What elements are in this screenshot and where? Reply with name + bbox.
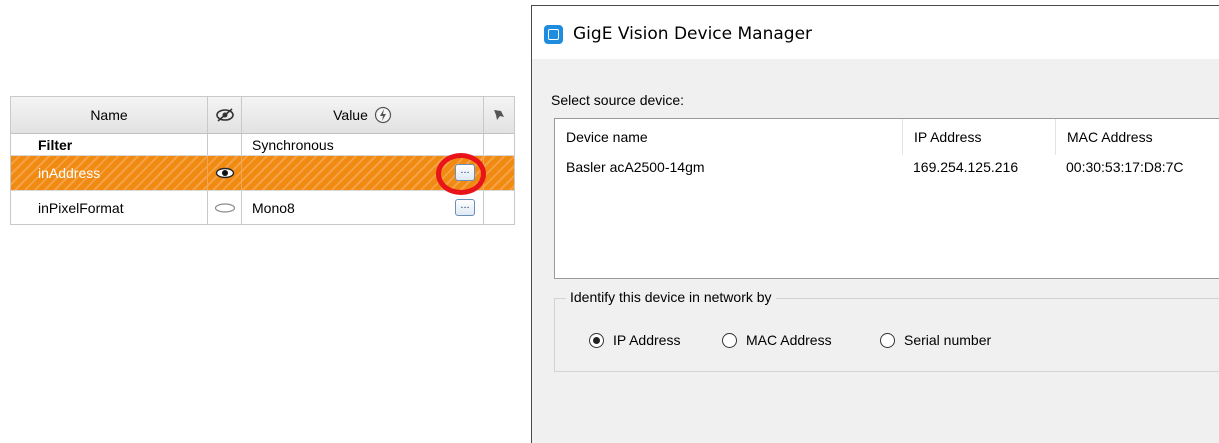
column-ip-address[interactable]: IP Address xyxy=(902,119,1055,155)
row-name: Filter xyxy=(38,136,73,153)
title-bar[interactable]: GigE Vision Device Manager xyxy=(532,6,1219,59)
lightning-circle-icon xyxy=(374,106,391,124)
column-mac-address[interactable]: MAC Address xyxy=(1055,119,1219,155)
radio-label: MAC Address xyxy=(746,332,832,348)
column-header-name[interactable]: Name xyxy=(11,97,208,133)
window-title: GigE Vision Device Manager xyxy=(573,24,813,44)
column-header-pin[interactable] xyxy=(484,97,514,133)
device-list-header: Device name IP Address MAC Address xyxy=(555,119,1219,155)
row-value: Mono8 xyxy=(252,199,295,216)
radio-unchecked-icon xyxy=(880,332,895,348)
identify-group: Identify this device in network by IP Ad… xyxy=(554,289,1219,372)
pin-cell[interactable] xyxy=(484,134,514,155)
column-header-visibility[interactable] xyxy=(208,97,242,133)
visibility-toggle[interactable] xyxy=(208,191,242,224)
row-name: inAddress xyxy=(38,165,101,181)
device-name: Basler acA2500-14gm xyxy=(566,159,705,175)
eye-visible-icon xyxy=(215,167,234,179)
radio-unchecked-icon xyxy=(722,332,737,348)
pin-cell[interactable] xyxy=(484,191,514,224)
radio-serial-number[interactable]: Serial number xyxy=(880,332,991,348)
radio-ip-address[interactable]: IP Address xyxy=(589,332,680,348)
property-grid: Name Value Filter Synchronous inAddress … xyxy=(10,96,515,225)
radio-checked-icon xyxy=(589,332,604,348)
radio-label: IP Address xyxy=(613,332,681,348)
device-mac: 00:30:53:17:D8:7C xyxy=(1066,159,1184,175)
pin-icon xyxy=(494,110,504,120)
column-header-name-label: Name xyxy=(90,107,128,123)
radio-mac-address[interactable]: MAC Address xyxy=(722,332,832,348)
browse-button[interactable]: ... xyxy=(455,198,475,216)
visibility-toggle[interactable] xyxy=(208,156,242,190)
grid-row-filter[interactable]: Filter Synchronous xyxy=(11,134,514,156)
grid-row-inpixelformat[interactable]: inPixelFormat Mono8 ... xyxy=(11,190,514,224)
column-header-value-label: Value xyxy=(333,107,368,123)
identify-group-legend: Identify this device in network by xyxy=(566,289,776,305)
radio-label: Serial number xyxy=(904,332,992,348)
device-ip: 169.254.125.216 xyxy=(913,159,1019,175)
highlight-circle xyxy=(436,153,486,195)
device-row[interactable]: Basler acA2500-14gm 169.254.125.216 00:3… xyxy=(555,155,1219,179)
row-name: inPixelFormat xyxy=(38,199,124,216)
device-list[interactable]: Device name IP Address MAC Address Basle… xyxy=(554,118,1219,279)
pin-cell[interactable] xyxy=(484,156,514,190)
row-value: Synchronous xyxy=(252,136,334,153)
app-icon xyxy=(544,25,563,44)
visibility-cell[interactable] xyxy=(208,134,242,155)
column-header-value[interactable]: Value xyxy=(242,97,484,133)
grid-header: Name Value xyxy=(11,97,514,134)
eye-slash-icon xyxy=(215,108,234,122)
select-source-label: Select source device: xyxy=(551,92,685,108)
device-manager-dialog: GigE Vision Device Manager Select source… xyxy=(531,5,1219,443)
eye-hidden-icon xyxy=(214,202,235,213)
column-device-name[interactable]: Device name xyxy=(555,119,902,155)
